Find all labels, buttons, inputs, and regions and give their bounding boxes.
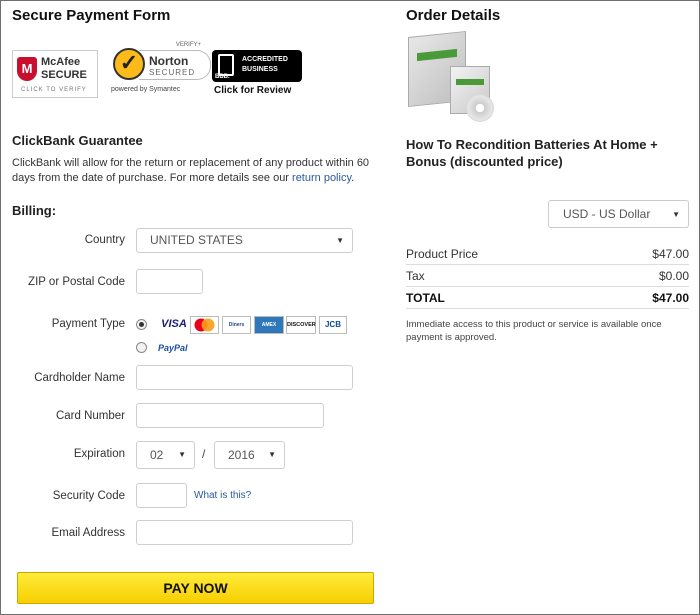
product-price-row: Product Price $47.00 [406, 247, 689, 261]
paypal-logo-icon: PayPal [158, 343, 188, 353]
norton-powered-text: powered by Symantec [111, 86, 181, 93]
expiration-year-select[interactable]: 2016 ▼ [214, 441, 285, 469]
diners-card-icon: Diners [222, 316, 251, 334]
form-title: Secure Payment Form [12, 7, 171, 24]
total-row: TOTAL $47.00 [406, 291, 689, 305]
paypal-radio[interactable] [136, 342, 147, 353]
bbb-accredited-badge[interactable]: BBB. ACCREDITED BUSINESS Click for Revie… [212, 50, 304, 98]
norton-checkmark-icon: ✓ [113, 48, 145, 80]
bbb-logo-text: BBB. [215, 74, 230, 80]
currency-value: USD - US Dollar [563, 207, 651, 221]
divider [406, 286, 689, 287]
norton-secured-badge[interactable]: VERIFY+ ✓ Norton SECURED powered by Syma… [109, 42, 213, 98]
trust-badges: M McAfee SECURE CLICK TO VERIFY VERIFY+ … [12, 42, 382, 100]
tax-value: $0.00 [658, 269, 689, 283]
mcafee-name: McAfee [41, 56, 81, 68]
product-image [408, 30, 498, 122]
bbb-torch-icon [218, 54, 234, 76]
payment-form: Secure Payment Form M McAfee SECURE CLIC… [12, 0, 382, 615]
security-code-input[interactable] [136, 483, 187, 508]
product-disc-image [466, 94, 494, 122]
email-input[interactable] [136, 520, 353, 545]
chevron-down-icon: ▼ [268, 450, 276, 459]
product-price-label: Product Price [406, 247, 479, 261]
return-policy-link[interactable]: return policy [292, 172, 351, 184]
visa-card-icon: VISA [161, 318, 187, 330]
card-number-label: Card Number [55, 410, 125, 422]
norton-name: Norton [149, 54, 189, 68]
guarantee-title: ClickBank Guarantee [12, 133, 143, 148]
order-title: Order Details [406, 7, 501, 24]
billing-title: Billing: [12, 203, 57, 218]
what-is-this-link[interactable]: What is this? [194, 490, 251, 501]
expiration-month-value: 02 [150, 448, 164, 462]
jcb-card-icon: JCB [319, 316, 347, 334]
tax-row: Tax $0.00 [406, 269, 689, 283]
payment-type-label: Payment Type [51, 318, 125, 330]
mcafee-shield-icon: M [17, 57, 37, 81]
currency-select[interactable]: USD - US Dollar ▼ [548, 200, 689, 228]
mcafee-secure-text: SECURE [41, 69, 87, 81]
zip-input[interactable] [136, 269, 203, 294]
cardholder-name-label: Cardholder Name [34, 372, 125, 384]
guarantee-end: . [351, 172, 355, 184]
expiration-label: Expiration [73, 448, 125, 460]
expiration-separator: / [202, 447, 206, 461]
zip-label: ZIP or Postal Code [28, 276, 125, 288]
guarantee-text: ClickBank will allow for the return or r… [12, 156, 382, 186]
product-title: How To Recondition Batteries At Home + B… [406, 137, 658, 169]
expiration-month-select[interactable]: 02 ▼ [136, 441, 195, 469]
total-label: TOTAL [406, 291, 445, 305]
chevron-down-icon: ▼ [672, 210, 680, 219]
bbb-review-link[interactable]: Click for Review [214, 85, 291, 96]
country-label: Country [84, 234, 125, 246]
email-label: Email Address [51, 527, 125, 539]
product-price-value: $47.00 [652, 247, 689, 261]
amex-card-icon: AMEX [254, 316, 284, 334]
mcafee-verify-text: CLICK TO VERIFY [21, 87, 87, 93]
expiration-year-value: 2016 [228, 448, 255, 462]
access-note: Immediate access to this product or serv… [406, 319, 662, 343]
cardholder-name-input[interactable] [136, 365, 353, 390]
bbb-accredited-text: ACCREDITED [242, 56, 288, 63]
country-select[interactable]: UNITED STATES ▼ [136, 228, 353, 253]
chevron-down-icon: ▼ [178, 450, 186, 459]
norton-secured-text: SECURED [149, 68, 196, 77]
tax-label: Tax [406, 269, 425, 283]
bbb-business-text: BUSINESS [242, 66, 278, 73]
chevron-down-icon: ▼ [336, 236, 344, 245]
security-code-label: Security Code [52, 490, 125, 502]
discover-card-icon: DISCOVER [286, 316, 316, 334]
norton-verify-text: VERIFY+ [175, 42, 201, 48]
bbb-badge-background: BBB. ACCREDITED BUSINESS [212, 50, 302, 82]
country-value: UNITED STATES [150, 233, 243, 247]
mcafee-secure-badge[interactable]: M McAfee SECURE CLICK TO VERIFY [12, 50, 98, 98]
divider [406, 308, 689, 309]
card-number-input[interactable] [136, 403, 324, 428]
divider [406, 264, 689, 265]
pay-now-button[interactable]: PAY NOW [17, 572, 374, 604]
mastercard-circles-icon [194, 318, 215, 332]
total-value: $47.00 [652, 291, 689, 305]
card-radio[interactable] [136, 319, 147, 330]
mastercard-card-icon [190, 316, 219, 334]
